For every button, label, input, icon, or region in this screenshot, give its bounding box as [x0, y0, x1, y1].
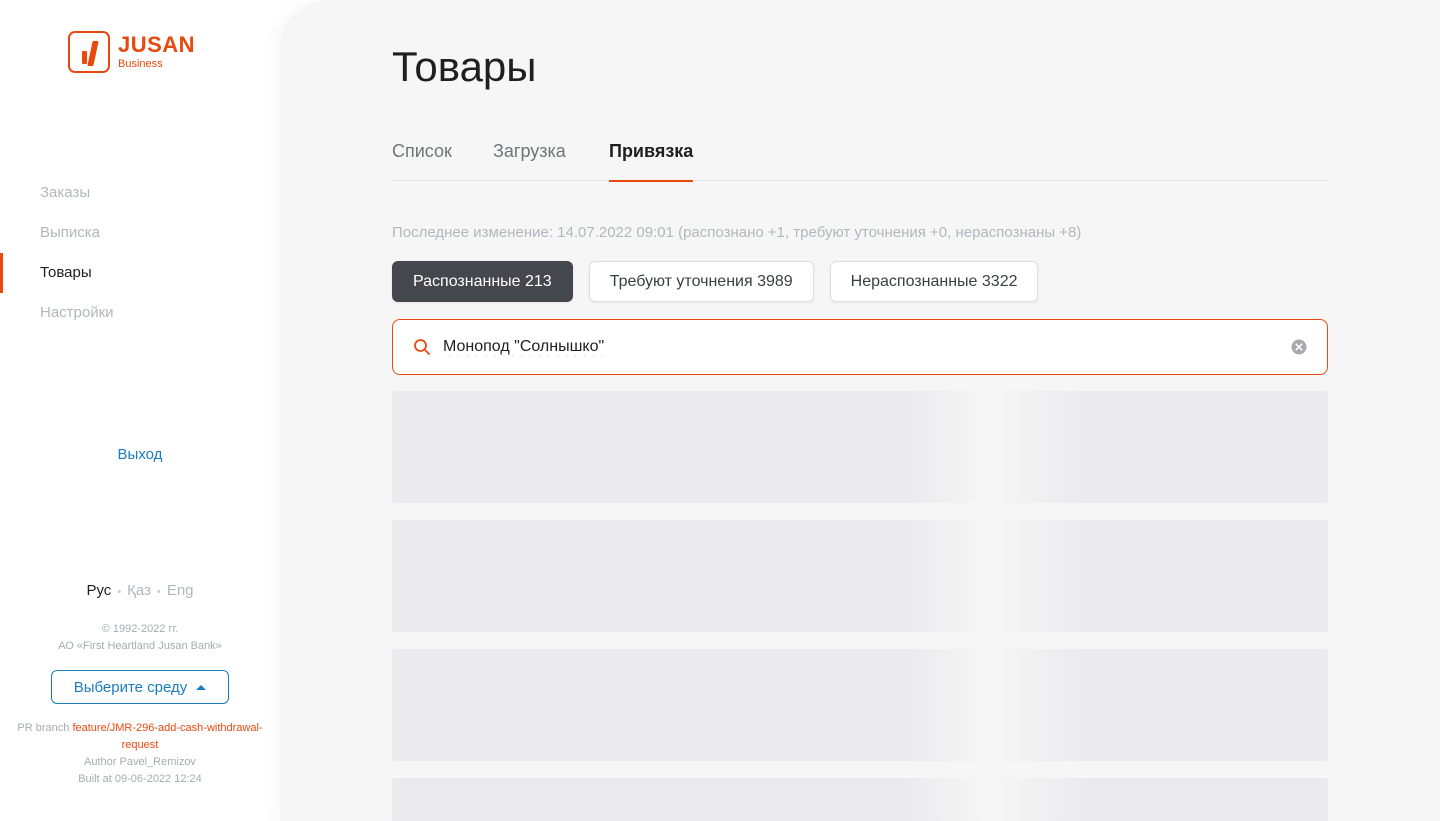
build-author: Author Pavel_Remizov [84, 756, 196, 768]
copyright: © 1992-2022 гг. АО «First Heartland Jusa… [0, 621, 280, 655]
copyright-years: © 1992-2022 гг. [101, 623, 179, 635]
logo-name: JUSAN [118, 32, 196, 57]
tab-binding[interactable]: Привязка [609, 128, 694, 182]
jusan-logo[interactable]: JUSAN Business [68, 31, 195, 73]
filter-need-clarification-button[interactable]: Требуют уточнения 3989 [588, 261, 814, 302]
logout-link[interactable]: Выход [0, 446, 280, 463]
filter-unrecognized-button[interactable]: Нераспознанные 3322 [829, 261, 1039, 302]
clear-icon[interactable] [1291, 339, 1307, 355]
logo-sub: Business [118, 58, 163, 70]
main-panel: Товары Список Загрузка Привязка Последне… [280, 0, 1440, 821]
tab-upload[interactable]: Загрузка [493, 128, 566, 181]
sidebar-nav: Заказы Выписка Товары Настройки [0, 173, 280, 333]
status-filters: Распознанные 213 Требуют уточнения 3989 … [392, 261, 1054, 302]
build-info: PR branch feature/JMR-296-add-cash-withd… [0, 720, 280, 788]
separator-dot: • [117, 586, 122, 598]
last-change-info: Последнее изменение: 14.07.2022 09:01 (р… [392, 224, 1082, 241]
build-date: Built at 09-06-2022 12:24 [78, 773, 202, 785]
language-switcher: Рус • Қаз • Eng [0, 582, 280, 599]
separator-dot: • [156, 586, 161, 598]
loading-skeleton-row [392, 778, 1328, 821]
lang-kaz[interactable]: Қаз [127, 582, 151, 599]
search-box [392, 319, 1328, 375]
sidebar-item-settings[interactable]: Настройки [0, 293, 280, 333]
pr-branch-label: PR branch [17, 722, 70, 734]
tabs: Список Загрузка Привязка [392, 128, 1328, 182]
pr-branch-name: feature/JMR-296-add-cash-withdrawal-requ… [72, 722, 263, 751]
lang-eng[interactable]: Eng [167, 582, 194, 599]
loading-skeleton-row [392, 649, 1328, 761]
loading-skeleton-row [392, 391, 1328, 503]
sidebar-item-statement[interactable]: Выписка [0, 213, 280, 253]
tab-list[interactable]: Список [392, 128, 452, 181]
caret-up-icon [196, 684, 207, 690]
select-environment-button[interactable]: Выберите среду [51, 670, 229, 704]
env-button-label: Выберите среду [73, 678, 188, 696]
search-input[interactable] [443, 332, 1291, 362]
sidebar-item-products[interactable]: Товары [0, 253, 280, 293]
search-icon [413, 338, 431, 356]
jusan-logo-icon [68, 31, 110, 73]
sidebar-item-orders[interactable]: Заказы [0, 173, 280, 213]
page-title: Товары [392, 43, 537, 90]
filter-recognized-button[interactable]: Распознанные 213 [392, 261, 573, 302]
copyright-company: АО «First Heartland Jusan Bank» [58, 640, 222, 652]
lang-rus[interactable]: Рус [86, 582, 111, 599]
sidebar: JUSAN Business Заказы Выписка Товары Нас… [0, 0, 280, 821]
loading-skeleton-row [392, 520, 1328, 632]
